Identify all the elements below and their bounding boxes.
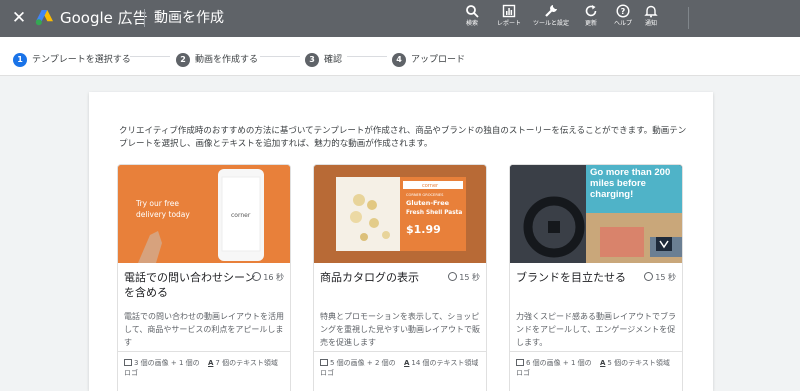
brand-headline: Go more than 200 miles before charging! [590,167,671,200]
step-label: 動画を作成する [195,54,259,65]
wrench-icon [545,5,557,17]
reports-label: レポート [496,20,521,27]
card-thumbnail: corner Try our free delivery today [118,165,290,263]
title-divider [144,9,145,27]
step-connector [130,56,170,57]
tools-settings-button[interactable]: ツールと設定 [531,4,571,34]
card-description: 特典とプロモーションを表示して、ショッピングを重視した見やすい動画レイアウトで販… [320,312,480,347]
refresh-icon [585,5,597,17]
step-number: 1 [13,52,27,67]
text-icon: A [404,359,410,367]
page-title: 動画を作成 [154,10,224,26]
duration-text: 16 秒 [263,273,284,282]
toolbar-divider [688,7,689,29]
thumb-line-1: Try our free [135,199,179,208]
bell-icon [644,5,658,18]
clock-icon [252,272,262,281]
brand-name: Google 広告 [60,9,148,27]
google-ads-logo [35,9,53,26]
image-icon [124,359,132,366]
card-title: 商品カタログの表示 [320,271,419,284]
template-card-catalog[interactable]: corner CORNER GROCERIES Gluten-Free Fres… [313,164,487,391]
card-divider [510,351,682,352]
step-select-template[interactable]: 1 テンプレートを選択する [13,49,131,67]
duration-text: 15 秒 [655,273,676,282]
step-number: 3 [305,52,319,67]
step-create-video[interactable]: 2 動画を作成する [176,49,259,67]
catalog-price: $1.99 [406,223,441,236]
step-connector [347,56,387,57]
phone-thumbnail-art: corner Try our free delivery today [118,165,290,263]
catalog-product-2: Fresh Shell Pasta [406,210,462,216]
progress-stepper: 1 テンプレートを選択する 2 動画を作成する 3 確認 4 アップロード [0,37,800,76]
catalog-store: CORNER GROCERIES [406,193,444,197]
clock-icon [448,272,458,281]
step-connector [260,56,300,57]
images-meta: 6 個の画像 + 1 個のロゴ [516,358,598,378]
images-meta: 3 個の画像 + 1 個のロゴ [124,358,206,378]
images-meta-text: 3 個の画像 + 1 個のロゴ [124,359,200,377]
intro-text: クリエイティブ作成時のおすすめの方法に基づいてテンプレートが作成され、商品やブラ… [119,126,687,149]
card-divider [314,351,486,352]
template-card-brand[interactable]: Go more than 200 miles before charging! … [509,164,683,391]
search-icon [466,5,479,18]
card-duration: 16 秒 [252,272,284,284]
card-thumbnail: Go more than 200 miles before charging! [510,165,682,263]
text-icon: A [600,359,606,367]
text-meta: A 14 個のテキスト領域 [404,358,486,368]
notifications-button[interactable]: 通知 [631,4,671,34]
text-meta-text: 5 個のテキスト領域 [607,359,670,367]
images-meta-text: 5 個の画像 + 2 個のロゴ [320,359,396,377]
step-review[interactable]: 3 確認 [305,49,343,67]
card-description: 力強くスピード感ある動画レイアウトでブランドをアピールして、エンゲージメントを促… [516,312,676,347]
image-icon [516,359,524,366]
template-panel: クリエイティブ作成時のおすすめの方法に基づいてテンプレートが作成され、商品やブラ… [89,92,713,391]
text-icon: A [208,359,214,367]
top-app-bar: ✕ Google 広告 動画を作成 検索 レポート ツールと設定 更新 ? ヘル… [0,0,800,37]
text-meta-text: 7 個のテキスト領域 [215,359,278,367]
search-button[interactable]: 検索 [452,4,492,34]
step-label: 確認 [324,54,343,65]
catalog-product-1: Gluten-Free [406,199,450,207]
catalog-thumbnail-art: corner CORNER GROCERIES Gluten-Free Fres… [314,165,486,263]
step-label: テンプレートを選択する [32,54,131,65]
text-meta: A7 個のテキスト領域 [208,358,290,368]
catalog-brand: corner [422,183,439,189]
card-title: 電話での問い合わせシーンを含める [124,271,256,299]
search-label: 検索 [465,20,478,27]
thumb-line-2: delivery today [136,210,190,219]
phone-brand: corner [231,212,251,219]
report-icon [502,4,516,18]
step-number: 2 [176,52,190,67]
help-icon: ? [616,4,630,18]
brand-thumbnail-art: Go more than 200 miles before charging! [510,165,682,263]
duration-text: 15 秒 [459,273,480,282]
step-label: アップロード [411,54,466,65]
text-meta: A5 個のテキスト領域 [600,358,682,368]
card-duration: 15 秒 [644,272,676,284]
card-duration: 15 秒 [448,272,480,284]
svg-text:?: ? [621,7,626,16]
images-meta-text: 6 個の画像 + 1 個のロゴ [516,359,592,377]
card-divider [118,351,290,352]
images-meta: 5 個の画像 + 2 個のロゴ [320,358,402,378]
template-card-phone[interactable]: corner Try our free delivery today 電話での問… [117,164,291,391]
card-thumbnail: corner CORNER GROCERIES Gluten-Free Fres… [314,165,486,263]
card-title: ブランドを目立たせる [516,271,626,284]
notifications-label: 通知 [644,20,657,27]
tools-settings-label: ツールと設定 [532,20,569,27]
clock-icon [644,272,654,281]
text-meta-text: 14 個のテキスト領域 [411,359,479,367]
close-icon[interactable]: ✕ [10,8,28,28]
step-number: 4 [392,52,406,67]
card-description: 電話での問い合わせの動画レイアウトを活用して、商品やサービスの利点をアピールしま… [124,312,284,347]
reports-button[interactable]: レポート [489,4,529,34]
image-icon [320,359,328,366]
step-upload[interactable]: 4 アップロード [392,49,466,67]
